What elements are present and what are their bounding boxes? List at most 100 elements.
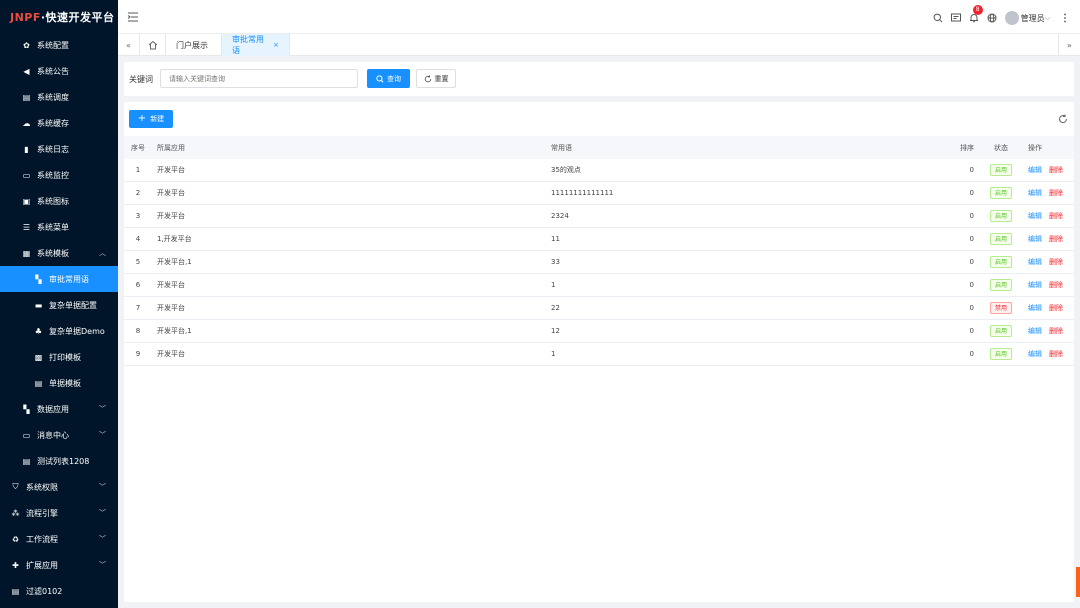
shield-icon: ⛉ [12, 482, 19, 491]
edit-link[interactable]: 编辑 [1028, 303, 1042, 313]
status-badge: 禁用 [989, 302, 1012, 314]
col-sort-header[interactable]: 排序 [936, 143, 982, 153]
workflow-icon: ♻ [11, 534, 20, 544]
plus-icon: + [137, 113, 147, 124]
delete-link[interactable]: 删除 [1049, 234, 1063, 244]
cell-app: 开发平台,1 [157, 258, 192, 266]
floating-tab-handle[interactable] [1076, 567, 1080, 597]
sidebar-item[interactable]: ▭ 消息中心 ﹀ [0, 422, 118, 448]
cell-phrase: 1 [551, 350, 556, 358]
sidebar-item[interactable]: ⁂ 流程引擎 ﹀ [0, 500, 118, 526]
sidebar-item[interactable]: ♣ 复杂单据Demo [0, 318, 118, 344]
cell-phrase: 12 [551, 327, 560, 335]
reset-button[interactable]: 重置 [416, 69, 456, 88]
sidebar-item[interactable]: ▬ 复杂单据配置 [0, 292, 118, 318]
message-icon[interactable] [947, 9, 965, 27]
cell-sort: 0 [969, 281, 974, 289]
edit-link[interactable]: 编辑 [1028, 211, 1042, 221]
cell-actions: 编辑 删除 [1020, 188, 1074, 198]
delete-link[interactable]: 删除 [1049, 303, 1063, 313]
table-header: 序号 所属应用 常用语 排序 状态 操作 [124, 136, 1074, 159]
sidebar-item[interactable]: ▣ 系统图标 [0, 188, 118, 214]
cell-actions: 编辑 删除 [1020, 349, 1074, 359]
sidebar-menu: ✿ 系统配置 ◀ 系统公告 ▤ 系统调度 ☁ 系统缓存 ▮ 系统日志 ▭ 系统监控 ▣ 系统图标 ☰ 系统菜单… [0, 32, 118, 604]
sidebar-item[interactable]: ▦ 系统模板 ︿ [0, 240, 118, 266]
cell-sort: 0 [969, 189, 974, 197]
sidebar-item[interactable]: ▤ 单据模板 [0, 370, 118, 396]
refresh-icon[interactable] [1058, 114, 1068, 124]
status-badge: 启用 [989, 210, 1012, 222]
sidebar-item-label: 工作流程 [26, 534, 58, 544]
tab-label: 门户展示 [176, 40, 208, 50]
document-icon: ▤ [11, 586, 20, 596]
home-icon[interactable] [140, 34, 166, 56]
tab-portal[interactable]: 门户展示 [166, 34, 222, 56]
delete-link[interactable]: 删除 [1049, 280, 1063, 290]
query-button[interactable]: 查询 [367, 69, 410, 88]
sidebar-item[interactable]: ▩ 打印模板 [0, 344, 118, 370]
close-icon[interactable]: × [273, 41, 279, 49]
col-index-header: 序号 [131, 143, 145, 152]
delete-link[interactable]: 删除 [1049, 211, 1063, 221]
tabs-scroll-left-icon[interactable]: « [118, 34, 140, 56]
cell-actions: 编辑 删除 [1020, 280, 1074, 290]
delete-link[interactable]: 删除 [1049, 349, 1063, 359]
sidebar-item[interactable]: ⛉ 系统权限 ﹀ [0, 474, 118, 500]
notification-badge: 8 [972, 5, 983, 15]
edit-link[interactable]: 编辑 [1028, 188, 1042, 198]
sidebar-item[interactable]: ▤ 测试列表1208 [0, 448, 118, 474]
menu-fold-icon[interactable] [127, 11, 139, 23]
sidebar-item-label: 系统公告 [37, 66, 69, 76]
add-button[interactable]: + 新建 [129, 110, 173, 128]
sidebar-item[interactable]: ✚ 扩展应用 ﹀ [0, 552, 118, 578]
edit-link[interactable]: 编辑 [1028, 326, 1042, 336]
user-name[interactable]: 管理员 [1021, 13, 1045, 24]
table-row: 4 1,开发平台 11 0 启用 编辑 删除 [124, 228, 1074, 251]
sidebar-item[interactable]: ▮ 系统日志 [0, 136, 118, 162]
delete-link[interactable]: 删除 [1049, 326, 1063, 336]
col-status-header: 状态 [994, 143, 1008, 152]
edit-link[interactable]: 编辑 [1028, 165, 1042, 175]
edit-link[interactable]: 编辑 [1028, 257, 1042, 267]
avatar[interactable] [1004, 11, 1019, 25]
edit-link[interactable]: 编辑 [1028, 234, 1042, 244]
cell-index: 9 [135, 350, 141, 358]
delete-link[interactable]: 删除 [1049, 188, 1063, 198]
cell-app: 开发平台 [157, 281, 185, 289]
cell-phrase: 11 [551, 235, 560, 243]
globe-icon[interactable] [983, 9, 1001, 27]
sidebar-item[interactable]: ♻ 工作流程 ﹀ [0, 526, 118, 552]
cell-app: 1,开发平台 [157, 235, 192, 243]
sidebar-item[interactable]: ✿ 系统配置 [0, 32, 118, 58]
sidebar-item[interactable]: ☰ 系统菜单 [0, 214, 118, 240]
search-icon[interactable] [929, 9, 947, 27]
sidebar-item[interactable]: ▭ 系统监控 [0, 162, 118, 188]
tab-approval-phrases[interactable]: 审批常用语 × [222, 34, 290, 56]
sidebar-item[interactable]: ▚ 审批常用语 [0, 266, 118, 292]
org-icon: ♣ [34, 326, 43, 336]
delete-link[interactable]: 删除 [1049, 165, 1063, 175]
table-row: 3 开发平台 2324 0 启用 编辑 删除 [124, 205, 1074, 228]
chevron-down-icon: ﹀ [99, 535, 106, 543]
edit-link[interactable]: 编辑 [1028, 280, 1042, 290]
status-badge: 启用 [989, 256, 1012, 268]
sidebar-item[interactable]: ☁ 系统缓存 [0, 110, 118, 136]
more-vertical-icon[interactable] [1056, 9, 1074, 27]
sidebar-item[interactable]: ▤ 过滤0102 [0, 578, 118, 604]
keyword-input[interactable] [160, 69, 358, 88]
sidebar-item[interactable]: ◀ 系统公告 [0, 58, 118, 84]
app-logo[interactable]: JNPF·快速开发平台 [0, 0, 118, 34]
sidebar-item[interactable]: ▤ 系统调度 [0, 84, 118, 110]
edit-link[interactable]: 编辑 [1028, 349, 1042, 359]
chevron-down-icon[interactable]: ⌵ [1045, 14, 1050, 23]
document-icon: ▤ [22, 456, 31, 466]
delete-link[interactable]: 删除 [1049, 257, 1063, 267]
logo-prefix: JNPF [10, 11, 41, 24]
cell-actions: 编辑 删除 [1020, 234, 1074, 244]
bell-icon[interactable]: 8 [965, 5, 983, 27]
cell-index: 6 [135, 281, 141, 289]
logo-suffix: ·快速开发平台 [40, 11, 115, 24]
tabs-scroll-right-icon[interactable]: » [1058, 34, 1080, 56]
cell-sort: 0 [969, 235, 974, 243]
sidebar-item[interactable]: ▚ 数据应用 ﹀ [0, 396, 118, 422]
